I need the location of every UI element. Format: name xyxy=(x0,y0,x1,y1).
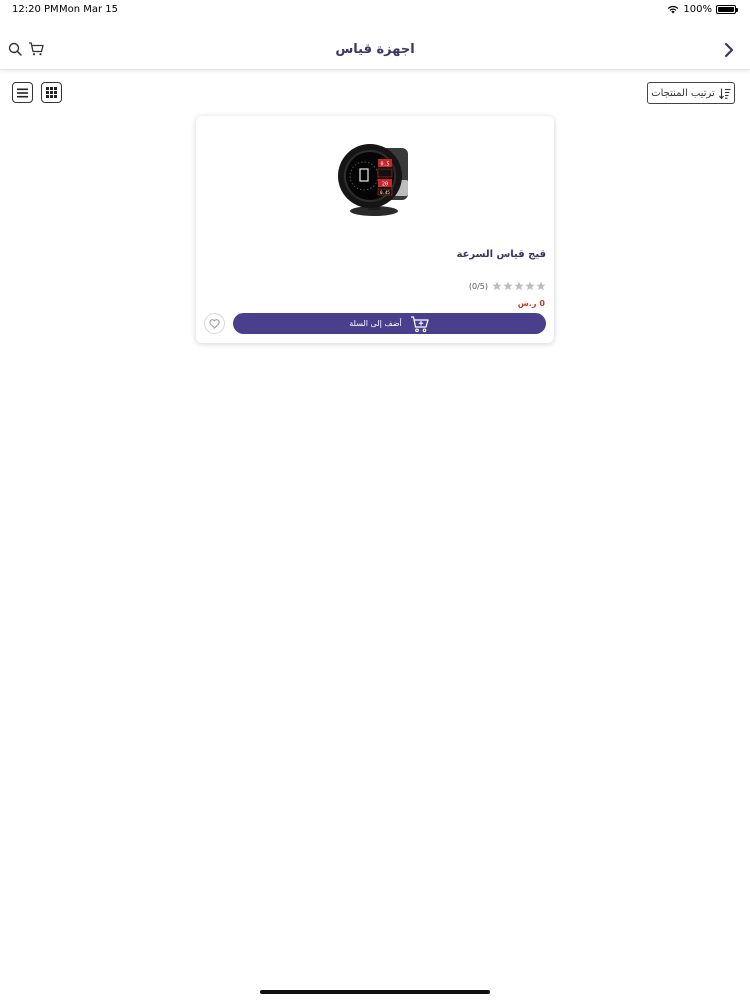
nav-header: اجهزة قياس xyxy=(0,30,750,70)
wishlist-button[interactable] xyxy=(204,313,225,334)
status-date: Mon Mar 15 xyxy=(59,4,119,15)
cart-add-icon xyxy=(410,315,429,332)
status-bar: 12:20 PM Mon Mar 15 100% xyxy=(0,0,750,20)
star-icon xyxy=(503,281,513,291)
star-icon xyxy=(536,281,546,291)
rating-stars xyxy=(492,281,546,291)
star-icon xyxy=(492,281,502,291)
add-to-cart-label: أضف إلى السلة xyxy=(349,319,402,328)
list-view-icon xyxy=(17,88,28,97)
list-view-button[interactable] xyxy=(12,82,33,103)
readout-bottom: 0.45 xyxy=(380,190,390,195)
heart-icon xyxy=(209,318,220,329)
product-name[interactable]: قيج قياس السرعة xyxy=(457,249,546,260)
rating-count: (0/5) xyxy=(468,281,488,291)
product-price: 0 ر.س xyxy=(518,299,545,308)
status-indicators: 100% xyxy=(667,4,738,15)
home-indicator[interactable] xyxy=(260,990,490,994)
add-to-cart-button[interactable]: أضف إلى السلة xyxy=(233,313,546,334)
sort-icon xyxy=(718,88,731,99)
chevron-right-icon[interactable] xyxy=(722,40,736,60)
product-card[interactable]: 0.5 20 0.45 قيج قياس السرعة (0/5) 0 ر.س … xyxy=(196,116,554,343)
grid-view-button[interactable] xyxy=(41,82,62,103)
product-image[interactable]: 0.5 20 0.45 xyxy=(332,138,418,218)
status-time: 12:20 PM xyxy=(12,4,59,15)
battery-percent: 100% xyxy=(683,4,712,15)
star-icon xyxy=(525,281,535,291)
price-value: 0 xyxy=(539,299,545,308)
battery-icon xyxy=(716,5,738,14)
grid-view-icon xyxy=(46,87,57,98)
sort-label: ترتيب المنتجات xyxy=(651,87,715,99)
price-currency: ر.س xyxy=(517,299,537,308)
readout-middle: 20 xyxy=(382,182,388,188)
star-icon xyxy=(514,281,524,291)
sort-products-button[interactable]: ترتيب المنتجات xyxy=(647,82,735,104)
readout-top: 0.5 xyxy=(380,162,389,168)
wifi-icon xyxy=(668,5,679,14)
toolbar: ترتيب المنتجات xyxy=(0,82,750,106)
product-rating: (0/5) xyxy=(469,281,546,291)
page-title: اجهزة قياس xyxy=(335,42,415,57)
